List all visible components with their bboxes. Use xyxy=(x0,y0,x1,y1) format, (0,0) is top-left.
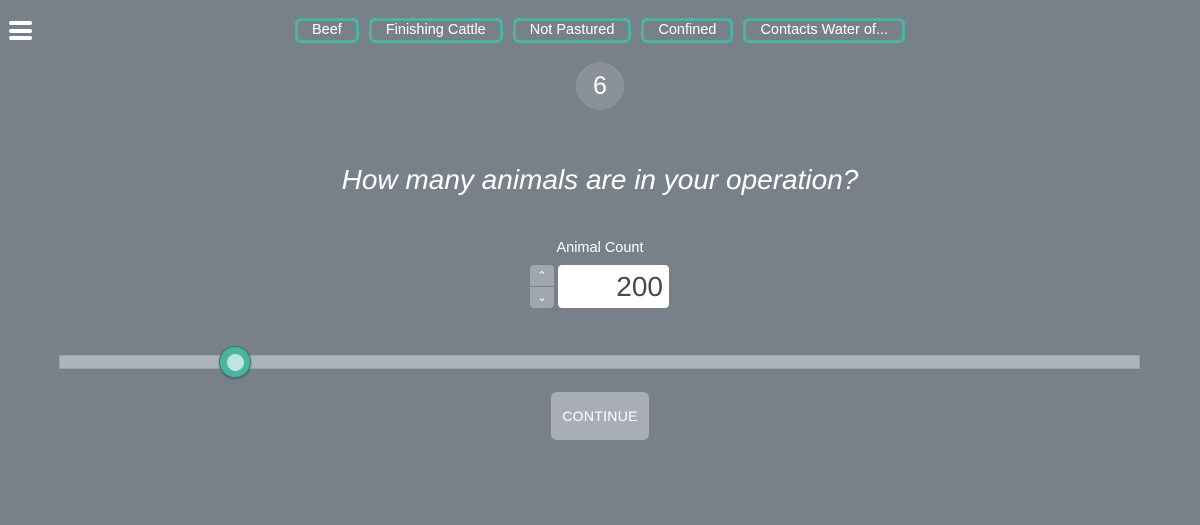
selected-tags: Beef Finishing Cattle Not Pastured Confi… xyxy=(0,18,1200,43)
chevron-up-icon[interactable]: ⌃ xyxy=(530,265,554,286)
slider-thumb-center xyxy=(226,353,244,371)
slider-thumb[interactable] xyxy=(219,346,252,378)
animal-count-label: Animal Count xyxy=(556,240,644,256)
question-heading: How many animals are in your operation? xyxy=(341,164,859,195)
tag-contacts-water[interactable]: Contacts Water of... xyxy=(743,18,906,43)
continue-button[interactable]: CONTINUE xyxy=(551,392,649,440)
tag-not-pastured[interactable]: Not Pastured xyxy=(512,18,632,43)
animal-count-input[interactable] xyxy=(558,265,669,308)
tag-finishing-cattle[interactable]: Finishing Cattle xyxy=(368,18,503,43)
animal-count-stepper: ⌃ ⌄ xyxy=(530,265,554,308)
tag-beef[interactable]: Beef xyxy=(294,18,359,43)
step-number-badge: 6 xyxy=(576,62,624,110)
tag-confined[interactable]: Confined xyxy=(641,18,734,43)
chevron-down-icon[interactable]: ⌄ xyxy=(530,287,554,308)
